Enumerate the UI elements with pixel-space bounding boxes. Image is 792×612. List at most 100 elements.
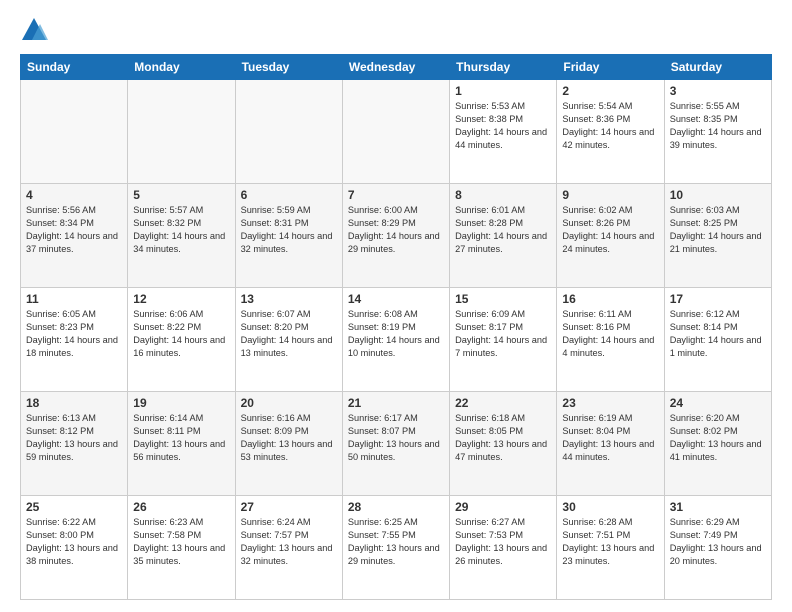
day-number: 10 [670, 188, 766, 202]
calendar-week-row: 11 Sunrise: 6:05 AMSunset: 8:23 PMDayligh… [21, 288, 772, 392]
day-number: 26 [133, 500, 229, 514]
weekday-header: Wednesday [342, 55, 449, 80]
day-info: Sunrise: 6:02 AMSunset: 8:26 PMDaylight:… [562, 204, 658, 256]
weekday-header: Sunday [21, 55, 128, 80]
calendar-cell: 6Sunrise: 5:59 AMSunset: 8:31 PMDaylight… [235, 184, 342, 288]
day-number: 3 [670, 84, 766, 98]
day-number: 6 [241, 188, 337, 202]
day-number: 7 [348, 188, 444, 202]
day-info: Sunrise: 6:01 AMSunset: 8:28 PMDaylight:… [455, 204, 551, 256]
calendar-cell [342, 80, 449, 184]
calendar: SundayMondayTuesdayWednesdayThursdayFrid… [20, 54, 772, 600]
day-info: Sunrise: 6:18 AMSunset: 8:05 PMDaylight:… [455, 412, 551, 464]
day-info: Sunrise: 6:00 AMSunset: 8:29 PMDaylight:… [348, 204, 444, 256]
day-number: 19 [133, 396, 229, 410]
day-info: Sunrise: 6:24 AMSunset: 7:57 PMDaylight:… [241, 516, 337, 568]
calendar-cell: 27Sunrise: 6:24 AMSunset: 7:57 PMDayligh… [235, 496, 342, 600]
day-number: 30 [562, 500, 658, 514]
logo [20, 16, 52, 44]
day-info: Sunrise: 6:19 AMSunset: 8:04 PMDaylight:… [562, 412, 658, 464]
calendar-cell [235, 80, 342, 184]
calendar-cell: 17Sunrise: 6:12 AMSunset: 8:14 PMDayligh… [664, 288, 771, 392]
calendar-cell: 20 Sunrise: 6:16 AMSunset: 8:09 PMDayligh… [235, 392, 342, 496]
day-info: Sunrise: 6:14 AMSunset: 8:11 PMDaylight:… [133, 412, 229, 464]
weekday-header: Tuesday [235, 55, 342, 80]
calendar-cell: 3Sunrise: 5:55 AMSunset: 8:35 PMDaylight… [664, 80, 771, 184]
calendar-cell: 29 Sunrise: 6:27 AMSunset: 7:53 PMDayligh… [450, 496, 557, 600]
calendar-cell: 23 Sunrise: 6:19 AMSunset: 8:04 PMDayligh… [557, 392, 664, 496]
day-number: 2 [562, 84, 658, 98]
calendar-week-row: 18 Sunrise: 6:13 AMSunset: 8:12 PMDayligh… [21, 392, 772, 496]
day-number: 22 [455, 396, 551, 410]
calendar-cell: 16Sunrise: 6:11 AMSunset: 8:16 PMDayligh… [557, 288, 664, 392]
day-info: Sunrise: 6:08 AMSunset: 8:19 PMDaylight:… [348, 308, 444, 360]
calendar-cell [128, 80, 235, 184]
day-number: 11 [26, 292, 122, 306]
day-info: Sunrise: 6:27 AMSunset: 7:53 PMDaylight:… [455, 516, 551, 568]
day-number: 20 [241, 396, 337, 410]
calendar-week-row: 4 Sunrise: 5:56 AMSunset: 8:34 PMDaylight… [21, 184, 772, 288]
calendar-cell: 14Sunrise: 6:08 AMSunset: 8:19 PMDayligh… [342, 288, 449, 392]
calendar-cell: 8 Sunrise: 6:01 AMSunset: 8:28 PMDaylight… [450, 184, 557, 288]
calendar-cell: 15Sunrise: 6:09 AMSunset: 8:17 PMDayligh… [450, 288, 557, 392]
calendar-cell: 25Sunrise: 6:22 AMSunset: 8:00 PMDayligh… [21, 496, 128, 600]
day-info: Sunrise: 6:11 AMSunset: 8:16 PMDaylight:… [562, 308, 658, 360]
day-number: 21 [348, 396, 444, 410]
weekday-header: Saturday [664, 55, 771, 80]
day-number: 31 [670, 500, 766, 514]
day-info: Sunrise: 6:23 AMSunset: 7:58 PMDaylight:… [133, 516, 229, 568]
calendar-cell: 30 Sunrise: 6:28 AMSunset: 7:51 PMDayligh… [557, 496, 664, 600]
day-number: 13 [241, 292, 337, 306]
calendar-cell: 18 Sunrise: 6:13 AMSunset: 8:12 PMDayligh… [21, 392, 128, 496]
calendar-cell: 19 Sunrise: 6:14 AMSunset: 8:11 PMDayligh… [128, 392, 235, 496]
day-number: 12 [133, 292, 229, 306]
calendar-cell: 12 Sunrise: 6:06 AMSunset: 8:22 PMDayligh… [128, 288, 235, 392]
day-info: Sunrise: 6:13 AMSunset: 8:12 PMDaylight:… [26, 412, 122, 464]
calendar-cell: 31Sunrise: 6:29 AMSunset: 7:49 PMDayligh… [664, 496, 771, 600]
day-info: Sunrise: 5:53 AMSunset: 8:38 PMDaylight:… [455, 100, 551, 152]
day-info: Sunrise: 6:16 AMSunset: 8:09 PMDaylight:… [241, 412, 337, 464]
day-number: 18 [26, 396, 122, 410]
day-number: 24 [670, 396, 766, 410]
day-number: 28 [348, 500, 444, 514]
calendar-cell: 10Sunrise: 6:03 AMSunset: 8:25 PMDayligh… [664, 184, 771, 288]
calendar-week-row: 1 Sunrise: 5:53 AMSunset: 8:38 PMDaylight… [21, 80, 772, 184]
day-number: 5 [133, 188, 229, 202]
day-info: Sunrise: 6:17 AMSunset: 8:07 PMDaylight:… [348, 412, 444, 464]
header [20, 16, 772, 44]
calendar-cell: 9 Sunrise: 6:02 AMSunset: 8:26 PMDaylight… [557, 184, 664, 288]
calendar-cell: 13 Sunrise: 6:07 AMSunset: 8:20 PMDayligh… [235, 288, 342, 392]
day-info: Sunrise: 6:28 AMSunset: 7:51 PMDaylight:… [562, 516, 658, 568]
day-info: Sunrise: 6:07 AMSunset: 8:20 PMDaylight:… [241, 308, 337, 360]
day-info: Sunrise: 6:05 AMSunset: 8:23 PMDaylight:… [26, 308, 122, 360]
weekday-header: Thursday [450, 55, 557, 80]
calendar-cell: 21 Sunrise: 6:17 AMSunset: 8:07 PMDayligh… [342, 392, 449, 496]
calendar-cell: 26 Sunrise: 6:23 AMSunset: 7:58 PMDayligh… [128, 496, 235, 600]
calendar-cell: 2 Sunrise: 5:54 AMSunset: 8:36 PMDaylight… [557, 80, 664, 184]
page: SundayMondayTuesdayWednesdayThursdayFrid… [0, 0, 792, 612]
day-number: 23 [562, 396, 658, 410]
calendar-cell [21, 80, 128, 184]
calendar-cell: 28 Sunrise: 6:25 AMSunset: 7:55 PMDayligh… [342, 496, 449, 600]
weekday-header-row: SundayMondayTuesdayWednesdayThursdayFrid… [21, 55, 772, 80]
logo-icon [20, 16, 48, 44]
day-number: 8 [455, 188, 551, 202]
day-number: 25 [26, 500, 122, 514]
day-info: Sunrise: 5:57 AMSunset: 8:32 PMDaylight:… [133, 204, 229, 256]
calendar-cell: 24Sunrise: 6:20 AMSunset: 8:02 PMDayligh… [664, 392, 771, 496]
day-number: 29 [455, 500, 551, 514]
calendar-cell: 7 Sunrise: 6:00 AMSunset: 8:29 PMDaylight… [342, 184, 449, 288]
day-info: Sunrise: 6:12 AMSunset: 8:14 PMDaylight:… [670, 308, 766, 360]
day-number: 9 [562, 188, 658, 202]
calendar-cell: 22 Sunrise: 6:18 AMSunset: 8:05 PMDayligh… [450, 392, 557, 496]
day-number: 1 [455, 84, 551, 98]
weekday-header: Friday [557, 55, 664, 80]
day-info: Sunrise: 6:25 AMSunset: 7:55 PMDaylight:… [348, 516, 444, 568]
weekday-header: Monday [128, 55, 235, 80]
day-number: 4 [26, 188, 122, 202]
day-info: Sunrise: 6:06 AMSunset: 8:22 PMDaylight:… [133, 308, 229, 360]
calendar-week-row: 25Sunrise: 6:22 AMSunset: 8:00 PMDayligh… [21, 496, 772, 600]
day-info: Sunrise: 5:54 AMSunset: 8:36 PMDaylight:… [562, 100, 658, 152]
day-number: 15 [455, 292, 551, 306]
day-info: Sunrise: 5:56 AMSunset: 8:34 PMDaylight:… [26, 204, 122, 256]
